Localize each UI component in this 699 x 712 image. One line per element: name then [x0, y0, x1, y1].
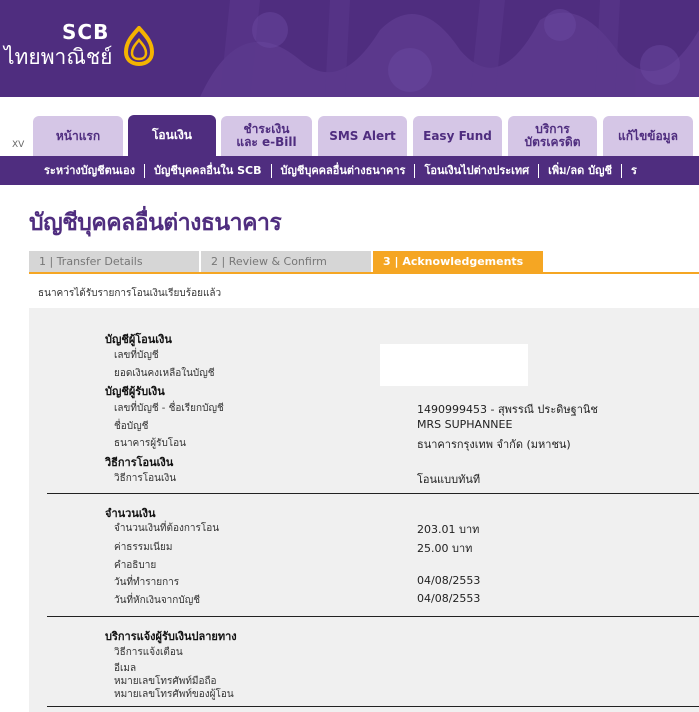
- tab-easy-fund[interactable]: Easy Fund: [413, 116, 502, 156]
- amount-value: 203.01 บาท: [417, 523, 480, 536]
- subnav-overseas[interactable]: โอนเงินไปต่างประเทศ: [415, 163, 540, 178]
- tab-label: หน้าแรก: [55, 128, 101, 143]
- masked-account-box: [380, 344, 528, 386]
- subnav-add-remove-account[interactable]: เพิ่ม/ลด บัญชี: [539, 163, 622, 178]
- tab-home[interactable]: หน้าแรก: [33, 116, 123, 156]
- tab-label: Easy Fund: [423, 128, 492, 143]
- amount-label: จำนวนเงินที่ต้องการโอน: [114, 523, 220, 534]
- description-label: คำอธิบาย: [114, 560, 157, 571]
- notify-title: บริการแจ้งผู้รับเงินปลายทาง: [105, 630, 237, 643]
- to-account-title: บัญชีผู้รับเงิน: [105, 385, 165, 398]
- xv-label: XV: [12, 140, 25, 150]
- to-account-name-label: ชื่อบัญชี: [114, 421, 149, 432]
- subnav-more[interactable]: ร: [622, 164, 646, 178]
- tab-transfer[interactable]: โอนเงิน: [128, 115, 216, 156]
- debit-date-label: วันที่หักเงินจากบัญชี: [114, 595, 201, 606]
- tab-label-line2: และ e-Bill: [236, 135, 297, 149]
- sub-navigation: ระหว่างบัญชีตนเอง บัญชีบุคคลอื่นใน SCB บ…: [0, 156, 699, 185]
- fee-value: 25.00 บาท: [417, 542, 473, 555]
- divider: [47, 493, 699, 494]
- to-account-name-value: MRS SUPHANNEE: [417, 418, 513, 431]
- notify-sender-phone-label: หมายเลขโทรศัพท์ของผู้โอน: [114, 689, 234, 700]
- tab-credit-card[interactable]: บริการ บัตรเครดิต: [508, 116, 597, 156]
- tab-label-line1: บริการ: [535, 122, 570, 136]
- method-label: วิธีการโอนเงิน: [114, 473, 177, 484]
- fee-label: ค่าธรรมเนียม: [114, 542, 173, 553]
- tab-label: ชำระเงิน และ e-Bill: [236, 123, 296, 149]
- subnav-other-bank[interactable]: บัญชีบุคคลอื่นต่างธนาคาร: [272, 163, 416, 178]
- acknowledgement-message: ธนาคารได้รับรายการโอนเงินเรียบร้อยแล้ว: [38, 288, 222, 299]
- from-account-no-label: เลขที่บัญชี: [114, 350, 159, 361]
- amount-title: จำนวนเงิน: [105, 507, 156, 520]
- tab-label: โอนเงิน: [151, 128, 193, 142]
- tab-bill-payment[interactable]: ชำระเงิน และ e-Bill: [221, 116, 312, 156]
- notify-method-label: วิธีการแจ้งเตือน: [114, 647, 183, 658]
- txn-date-label: วันที่ทำรายการ: [114, 577, 180, 588]
- main-tabbar: XV หน้าแรก โอนเงิน ชำระเงิน และ e-Bill SM…: [0, 97, 699, 156]
- method-title: วิธีการโอนเงิน: [105, 456, 174, 469]
- from-balance-label: ยอดเงินคงเหลือในบัญชี: [114, 368, 215, 379]
- from-account-title: บัญชีผู้โอนเงิน: [105, 333, 172, 346]
- logo-thai-text: ไทยพาณิชย์: [4, 45, 113, 69]
- tab-sms-alert[interactable]: SMS Alert: [318, 116, 407, 156]
- site-header: SCB ไทยพาณิชย์: [0, 0, 699, 97]
- tab-edit-profile[interactable]: แก้ไขข้อมูล: [603, 116, 693, 156]
- tab-label: แก้ไขข้อมูล: [618, 128, 678, 143]
- debit-date-value: 04/08/2553: [417, 592, 481, 605]
- page-title: บัญชีบุคคลอื่นต่างธนาคาร: [29, 210, 282, 236]
- tab-label-line1: ชำระเงิน: [243, 122, 290, 136]
- divider: [47, 706, 699, 707]
- step-review-confirm: 2 | Review & Confirm: [201, 251, 371, 272]
- tab-label: บริการ บัตรเครดิต: [524, 123, 580, 149]
- divider: [47, 616, 699, 617]
- tab-label-line2: บัตรเครดิต: [524, 135, 581, 149]
- subnav-own-accounts[interactable]: ระหว่างบัญชีตนเอง: [32, 163, 146, 178]
- to-bank-label: ธนาคารผู้รับโอน: [114, 438, 187, 449]
- subnav-other-scb[interactable]: บัญชีบุคคลอื่นใน SCB: [145, 163, 272, 178]
- to-account-no-value: 1490999453 - สุพรรณี ประดิษฐานิช: [417, 403, 598, 416]
- step-acknowledgements: 3 | Acknowledgements: [373, 251, 543, 272]
- to-bank-value: ธนาคารกรุงเทพ จำกัด (มหาชน): [417, 438, 571, 451]
- step-transfer-details: 1 | Transfer Details: [29, 251, 199, 272]
- progress-steps: 1 | Transfer Details 2 | Review & Confir…: [29, 251, 699, 274]
- tab-label: SMS Alert: [329, 128, 396, 143]
- method-value: โอนแบบทันที: [417, 473, 481, 486]
- scb-emblem-icon: [123, 26, 155, 66]
- txn-date-value: 04/08/2553: [417, 574, 481, 587]
- to-account-no-label: เลขที่บัญชี - ชื่อเรียกบัญชี: [114, 403, 224, 414]
